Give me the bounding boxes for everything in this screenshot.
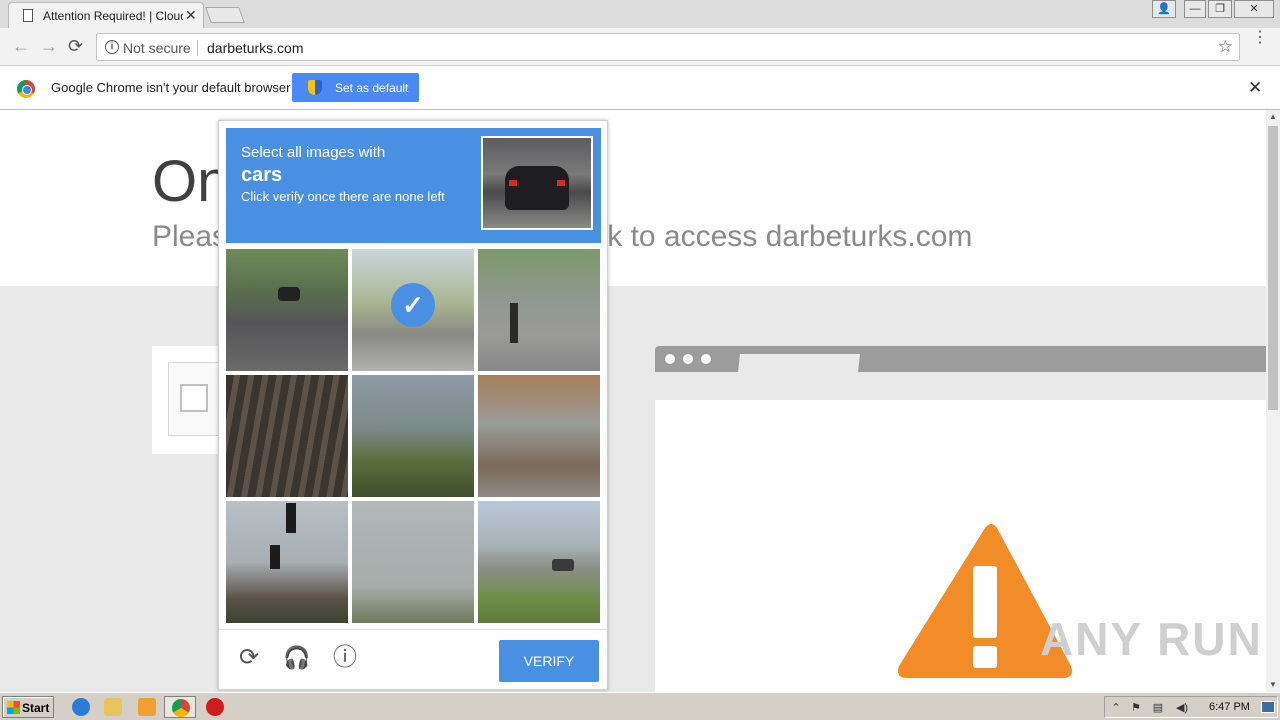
traffic-light-shape	[286, 503, 296, 533]
challenge-header: Select all images with cars Click verify…	[226, 128, 601, 243]
forward-arrow-icon[interactable]: →	[40, 36, 58, 57]
car-shape	[278, 287, 300, 301]
tail-light	[509, 180, 517, 186]
image-challenge-dialog: Select all images with cars Click verify…	[218, 120, 608, 690]
reload-icon[interactable]: ⟳	[68, 36, 83, 57]
selected-check-icon: ✓	[391, 283, 435, 327]
verify-button[interactable]: VERIFY	[499, 640, 599, 682]
grid-tile-2[interactable]: ✓	[352, 249, 474, 371]
dot-icon	[665, 354, 675, 364]
taskbar-clock[interactable]: 6:47 PM	[1209, 701, 1250, 713]
address-bar[interactable]: i Not secure darbeturks.com ☆	[96, 33, 1240, 61]
start-label: Start	[22, 701, 50, 715]
infobar-message: Google Chrome isn't your default browser	[51, 80, 291, 95]
file-explorer-icon[interactable]	[104, 698, 122, 716]
challenge-footer: ⟳ 🎧 ⓘ VERIFY	[219, 629, 607, 689]
minimize-button[interactable]: —	[1184, 0, 1206, 18]
page-icon	[23, 9, 33, 22]
back-arrow-icon[interactable]: ←	[12, 36, 30, 57]
system-tray: ⌃ ⚑ ▤ ◀) 6:47 PM	[1104, 696, 1278, 718]
bookmark-star-icon[interactable]: ☆	[1218, 37, 1233, 57]
chrome-logo-icon	[17, 80, 35, 98]
default-browser-infobar: Google Chrome isn't your default browser…	[0, 66, 1280, 110]
tail-light	[557, 180, 565, 186]
action-center-flag-icon[interactable]: ⚑	[1129, 701, 1143, 714]
internet-explorer-icon[interactable]	[72, 698, 90, 716]
grid-tile-6[interactable]	[478, 375, 600, 497]
dot-icon	[683, 354, 693, 364]
scroll-down-icon[interactable]: ▼	[1266, 678, 1280, 692]
grid-tile-7[interactable]	[226, 501, 348, 623]
page-header: One more step Please complete the securi…	[0, 110, 1266, 286]
url-text[interactable]: darbeturks.com	[207, 40, 303, 56]
sample-car-image	[481, 136, 593, 230]
media-player-icon[interactable]	[138, 698, 156, 716]
info-icon[interactable]: i	[105, 40, 119, 54]
network-icon[interactable]: ▤	[1151, 701, 1165, 714]
scroll-up-icon[interactable]: ▲	[1266, 110, 1280, 124]
security-status[interactable]: Not secure	[123, 40, 191, 56]
car-shape	[505, 166, 569, 210]
vertical-scrollbar[interactable]: ▲ ▼	[1266, 110, 1280, 692]
show-desktop-icon[interactable]	[1261, 701, 1275, 713]
divider	[197, 40, 198, 56]
illustration-tab	[738, 354, 860, 372]
challenge-instruction: Select all images with	[241, 144, 386, 161]
challenge-hint: Click verify once there are none left	[241, 189, 445, 204]
illustration-titlebar	[655, 346, 1266, 372]
taskbar: Start ⌃ ⚑ ▤ ◀) 6:47 PM	[0, 692, 1280, 720]
volume-icon[interactable]: ◀)	[1175, 701, 1189, 714]
restore-button[interactable]: ❐	[1208, 0, 1232, 18]
tab-close-icon[interactable]: ✕	[185, 7, 197, 24]
set-as-default-button[interactable]: Set as default	[292, 73, 419, 102]
scroll-thumb[interactable]	[1268, 126, 1278, 410]
not-robot-checkbox[interactable]	[180, 384, 208, 412]
challenge-target: cars	[241, 164, 283, 186]
profile-icon[interactable]: 👤	[1152, 0, 1176, 18]
grid-tile-8[interactable]	[352, 501, 474, 623]
car-shape	[552, 559, 574, 571]
anyrun-watermark: ANY RUN	[1040, 613, 1263, 665]
dot-icon	[701, 354, 711, 364]
start-button[interactable]: Start	[2, 696, 54, 718]
page-content: One more step Please complete the securi…	[0, 110, 1266, 692]
image-grid: ✓	[226, 249, 601, 623]
tab-attention-required[interactable]: Attention Required! | Cloudfl ✕	[8, 2, 204, 28]
tab-title: Attention Required! | Cloudfl	[43, 9, 183, 23]
security-alert-icon[interactable]	[206, 698, 224, 716]
close-window-button[interactable]: ✕	[1234, 0, 1274, 18]
windows-logo-icon	[7, 701, 20, 714]
audio-challenge-icon[interactable]: 🎧	[283, 644, 311, 672]
grid-tile-1[interactable]	[226, 249, 348, 371]
menu-icon[interactable]: ⋮	[1252, 30, 1268, 46]
tray-expand-icon[interactable]: ⌃	[1109, 701, 1123, 714]
set-as-default-label: Set as default	[335, 81, 409, 95]
grid-tile-3[interactable]	[478, 249, 600, 371]
chrome-icon	[172, 699, 190, 717]
browser-toolbar: ← → ⟳ i Not secure darbeturks.com ☆ ⋮	[0, 28, 1280, 66]
reload-challenge-icon[interactable]: ⟳	[235, 644, 263, 672]
taskbar-chrome-button[interactable]	[164, 696, 196, 718]
help-info-icon[interactable]: ⓘ	[331, 644, 359, 672]
title-bar: Attention Required! | Cloudfl ✕ 👤 — ❐ ✕	[0, 0, 1280, 28]
grid-tile-9[interactable]	[478, 501, 600, 623]
new-tab-button[interactable]	[205, 7, 245, 23]
grid-tile-5[interactable]	[352, 375, 474, 497]
shield-icon	[308, 80, 322, 95]
traffic-light-shape	[270, 545, 280, 569]
infobar-close-icon[interactable]: ✕	[1248, 78, 1262, 98]
cyclist-shape	[510, 303, 518, 343]
grid-tile-4[interactable]	[226, 375, 348, 497]
